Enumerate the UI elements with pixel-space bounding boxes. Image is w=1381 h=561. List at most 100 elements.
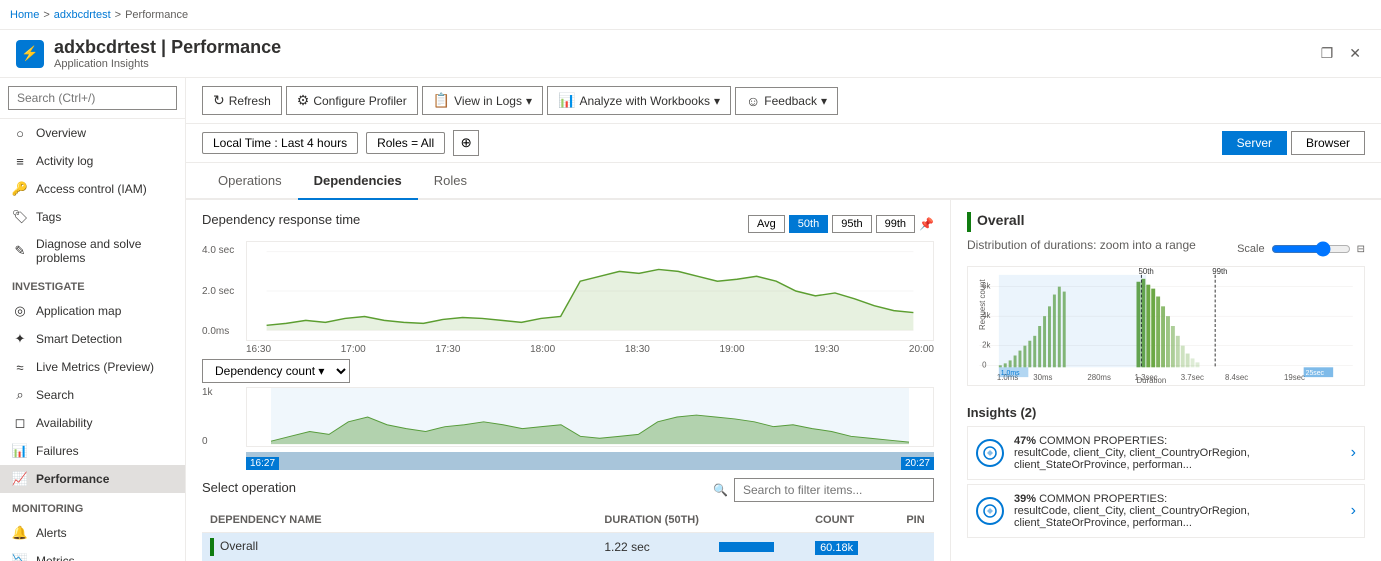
analyze-icon: 📊 (558, 92, 575, 109)
sidebar-item-availability[interactable]: ◻ Availability (0, 409, 185, 437)
feedback-icon: ☺ (746, 93, 760, 109)
breadcrumb-resource[interactable]: adxbcdrtest (54, 9, 111, 21)
chart-header: Dependency response time Avg 50th 95th 9… (202, 212, 934, 235)
search-filter-icon: 🔍 (713, 483, 728, 497)
table-section: Select operation 🔍 DEPENDENCY NAME DURAT… (202, 478, 934, 561)
insight-item-0[interactable]: 47% COMMON PROPERTIES: resultCode, clien… (967, 426, 1365, 480)
feedback-button[interactable]: ☺ Feedback ▾ (735, 87, 838, 115)
sidebar: ○ Overview ≡ Activity log 🔑 Access contr… (0, 78, 186, 561)
dependency-count-dropdown[interactable]: Dependency count ▾ (202, 359, 350, 383)
table-row[interactable]: Overall1.22 sec60.18k (202, 533, 934, 561)
p99-btn[interactable]: 99th (876, 215, 915, 233)
tab-roles[interactable]: Roles (418, 163, 483, 200)
analyze-workbooks-button[interactable]: 📊 Analyze with Workbooks ▾ (547, 86, 731, 115)
tab-operations[interactable]: Operations (202, 163, 298, 200)
p50-btn[interactable]: 50th (789, 215, 828, 233)
sidebar-item-failures[interactable]: 📊 Failures (0, 437, 185, 465)
content-area: Dependency response time Avg 50th 95th 9… (186, 200, 1381, 561)
dependency-table: DEPENDENCY NAME DURATION (50TH) COUNT PI… (202, 508, 934, 561)
search-icon: ⌕ (12, 387, 28, 403)
table-search-input[interactable] (734, 478, 934, 502)
p95-btn[interactable]: 95th (832, 215, 871, 233)
insight-0-label: COMMON PROPERTIES: (1039, 435, 1167, 447)
svg-text:280ms: 280ms (1087, 373, 1111, 382)
refresh-button[interactable]: ↻ Refresh (202, 86, 282, 115)
mini-y-label-1k: 1k (202, 387, 242, 398)
tags-icon: 🏷 (12, 209, 28, 225)
sidebar-item-activity-log[interactable]: ≡ Activity log (0, 147, 185, 175)
svg-text:8.4sec: 8.4sec (1225, 373, 1248, 382)
filter-bar: Local Time : Last 4 hours Roles = All ⊕ … (186, 124, 1381, 163)
breadcrumb: Home > adxbcdrtest > Performance (0, 0, 1381, 30)
dropdown-arrow-icon3: ▾ (821, 94, 827, 108)
search-input[interactable] (8, 86, 177, 110)
close-button[interactable]: ✕ (1345, 41, 1365, 66)
insight-1-arrow[interactable]: › (1351, 502, 1356, 520)
sidebar-item-performance[interactable]: 📈 Performance (0, 465, 185, 493)
insight-0-percent: 47% (1014, 435, 1036, 447)
distribution-chart[interactable]: 6k 4k 2k 0 (967, 266, 1365, 386)
scale-label: Scale (1237, 243, 1265, 255)
sidebar-item-access-control[interactable]: 🔑 Access control (IAM) (0, 175, 185, 203)
chart-title: Dependency response time (202, 212, 360, 227)
sidebar-item-live-metrics[interactable]: ≈ Live Metrics (Preview) (0, 353, 185, 381)
app-icon: ⚡ (16, 40, 44, 68)
add-filter-button[interactable]: ⊕ (453, 130, 479, 156)
time-range-filter[interactable]: Local Time : Last 4 hours (202, 132, 358, 154)
insight-item-1[interactable]: 39% COMMON PROPERTIES: resultCode, clien… (967, 484, 1365, 538)
avg-btn[interactable]: Avg (748, 215, 785, 233)
roles-filter[interactable]: Roles = All (366, 132, 445, 154)
investigate-section-header: Investigate (0, 271, 185, 297)
svg-text:1.0ms: 1.0ms (1001, 370, 1020, 377)
main-content: ↻ Refresh ⚙ Configure Profiler 📋 View in… (186, 78, 1381, 561)
title-bar: ⚡ adxbcdrtest | Performance Application … (0, 30, 1381, 78)
col-duration: DURATION (50TH) (596, 508, 711, 533)
dependency-count-chart (246, 387, 934, 447)
refresh-icon: ↻ (213, 92, 225, 109)
svg-text:Duration: Duration (1137, 376, 1167, 385)
page-title: adxbcdrtest | Performance (54, 37, 281, 58)
y-label-4sec: 4.0 sec (202, 245, 242, 256)
end-time-badge: 20:27 (901, 457, 934, 470)
sidebar-item-metrics[interactable]: 📉 Metrics (0, 547, 185, 561)
svg-text:99th: 99th (1212, 267, 1227, 276)
dist-title: Distribution of durations: zoom into a r… (967, 238, 1196, 252)
scale-slider[interactable] (1271, 241, 1351, 257)
sidebar-item-smart-detection[interactable]: ✦ Smart Detection (0, 325, 185, 353)
monitoring-section-header: Monitoring (0, 493, 185, 519)
left-panel: Dependency response time Avg 50th 95th 9… (186, 200, 951, 561)
response-time-chart (246, 241, 934, 341)
view-in-logs-button[interactable]: 📋 View in Logs ▾ (422, 86, 543, 115)
app-map-icon: ◎ (12, 303, 28, 319)
insight-1-detail: resultCode, client_City, client_CountryO… (1014, 505, 1250, 529)
browser-view-button[interactable]: Browser (1291, 131, 1365, 155)
sidebar-item-search[interactable]: ⌕ Search (0, 381, 185, 409)
configure-icon: ⚙ (297, 92, 310, 109)
diagnose-icon: ✎ (12, 243, 28, 259)
performance-icon: 📈 (12, 471, 28, 487)
sidebar-item-tags[interactable]: 🏷 Tags (0, 203, 185, 231)
breadcrumb-home[interactable]: Home (10, 9, 39, 21)
access-control-icon: 🔑 (12, 181, 28, 197)
insight-0-arrow[interactable]: › (1351, 444, 1356, 462)
scale-toggle[interactable]: ⊟ (1357, 244, 1365, 255)
sidebar-item-diagnose[interactable]: ✎ Diagnose and solve problems (0, 231, 185, 271)
tab-dependencies[interactable]: Dependencies (298, 163, 418, 200)
svg-text:19sec: 19sec (1284, 373, 1305, 382)
sidebar-item-alerts[interactable]: 🔔 Alerts (0, 519, 185, 547)
svg-text:30ms: 30ms (1033, 373, 1052, 382)
y-label-2sec: 2.0 sec (202, 286, 242, 297)
sidebar-item-app-map[interactable]: ◎ Application map (0, 297, 185, 325)
metrics-icon: 📉 (12, 553, 28, 561)
pin-icon[interactable]: 📌 (919, 217, 934, 231)
restore-button[interactable]: ❐ (1317, 41, 1338, 66)
overall-title: Overall (977, 212, 1024, 228)
sidebar-item-overview[interactable]: ○ Overview (0, 119, 185, 147)
server-view-button[interactable]: Server (1222, 131, 1287, 155)
configure-profiler-button[interactable]: ⚙ Configure Profiler (286, 86, 418, 115)
insight-1-percent: 39% (1014, 493, 1036, 505)
time-selection-bar[interactable]: 16:27 20:27 (246, 452, 934, 470)
y-label-0ms: 0.0ms (202, 326, 242, 337)
svg-text:0: 0 (982, 360, 987, 369)
col-count: COUNT (807, 508, 868, 533)
